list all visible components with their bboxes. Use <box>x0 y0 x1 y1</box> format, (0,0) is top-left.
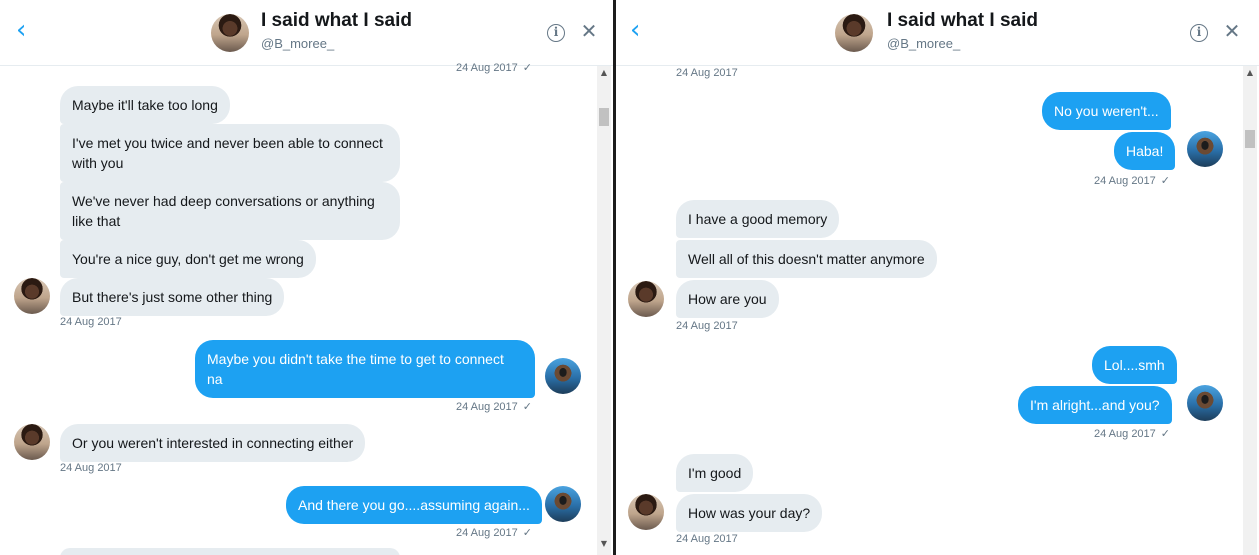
avatar[interactable] <box>545 486 581 522</box>
message-bubble-incoming[interactable]: I'm good <box>676 454 754 492</box>
avatar[interactable] <box>14 424 50 460</box>
message-bubble-outgoing[interactable]: And there you go....assuming again... <box>286 486 542 524</box>
message-bubble-outgoing[interactable]: No you weren't... <box>1042 92 1171 130</box>
message-bubble-incoming[interactable]: Well all of this doesn't matter anymore <box>676 240 937 278</box>
conversation-header: ‹ I said what I said @B_moree_ i ✕ <box>0 0 613 66</box>
message-bubble-outgoing[interactable]: Maybe you didn't take the time to get to… <box>195 340 535 398</box>
avatar[interactable] <box>14 278 50 314</box>
conversation-title[interactable]: I said what I said <box>887 10 1038 32</box>
message-timestamp: 24 Aug 2017 ✓ <box>456 526 533 539</box>
close-icon[interactable]: ✕ <box>1223 20 1241 42</box>
message-bubble-incoming[interactable]: I've met you twice and never been able t… <box>60 124 400 182</box>
scrollbar[interactable]: ▲ ▼ <box>597 66 611 555</box>
scroll-up-arrow-icon[interactable]: ▲ <box>597 66 611 80</box>
avatar[interactable] <box>835 14 873 52</box>
conversation-handle[interactable]: @B_moree_ <box>887 36 960 51</box>
scroll-down-arrow-icon[interactable]: ▼ <box>597 537 611 551</box>
scrollbar[interactable]: ▲ <box>1243 66 1257 555</box>
scroll-up-arrow-icon[interactable]: ▲ <box>1243 66 1257 80</box>
message-timestamp: 24 Aug 2017 <box>676 67 738 79</box>
avatar[interactable] <box>1187 385 1223 421</box>
message-bubble-incoming[interactable]: Maybe it'll take too long <box>60 86 230 124</box>
message-timestamp: 24 Aug 2017 ✓ <box>1094 174 1171 187</box>
message-bubble-incoming[interactable]: How was your day? <box>676 494 823 532</box>
chevron-left-icon[interactable]: ‹ <box>16 17 36 43</box>
message-bubble-outgoing[interactable]: Haba! <box>1114 132 1176 170</box>
message-timestamp: 24 Aug 2017 <box>60 316 122 328</box>
avatar[interactable] <box>628 281 664 317</box>
message-timestamp: 24 Aug 2017 ✓ <box>1094 427 1171 440</box>
message-bubble-incoming[interactable]: We've never had deep conversations or an… <box>60 182 400 240</box>
conversation-panel-left: ‹ I said what I said @B_moree_ i ✕ 24 Au… <box>0 0 613 555</box>
message-bubble-outgoing[interactable]: Lol....smh <box>1092 346 1177 384</box>
scrollbar-thumb[interactable] <box>1245 130 1255 148</box>
message-timestamp: 24 Aug 2017 <box>60 462 122 474</box>
message-bubble-incoming[interactable]: Or you weren't interested in connecting … <box>60 424 366 462</box>
message-bubble-incoming[interactable]: I have a good memory <box>676 200 840 238</box>
conversation-title[interactable]: I said what I said <box>261 10 412 32</box>
info-icon[interactable]: i <box>547 24 565 42</box>
message-bubble-incoming[interactable]: How are you <box>676 280 779 318</box>
close-icon[interactable]: ✕ <box>580 20 598 42</box>
info-icon[interactable]: i <box>1190 24 1208 42</box>
conversation-handle[interactable]: @B_moree_ <box>261 36 334 51</box>
chevron-left-icon[interactable]: ‹ <box>630 17 650 43</box>
message-timestamp: 24 Aug 2017 <box>676 320 738 332</box>
message-timestamp: 24 Aug 2017 ✓ <box>456 61 533 74</box>
message-bubble-outgoing[interactable]: I'm alright...and you? <box>1018 386 1172 424</box>
message-timestamp: 24 Aug 2017 <box>676 533 738 545</box>
message-bubble-incoming[interactable] <box>60 548 400 555</box>
message-bubble-incoming[interactable]: But there's just some other thing <box>60 278 285 316</box>
conversation-header: ‹ I said what I said @B_moree_ i ✕ <box>616 0 1259 66</box>
conversation-panel-right: ‹ I said what I said @B_moree_ i ✕ 24 Au… <box>616 0 1259 555</box>
avatar[interactable] <box>211 14 249 52</box>
avatar[interactable] <box>545 358 581 394</box>
message-timestamp: 24 Aug 2017 ✓ <box>456 400 533 413</box>
avatar[interactable] <box>628 494 664 530</box>
scrollbar-thumb[interactable] <box>599 108 609 126</box>
avatar[interactable] <box>1187 131 1223 167</box>
message-bubble-incoming[interactable]: You're a nice guy, don't get me wrong <box>60 240 316 278</box>
